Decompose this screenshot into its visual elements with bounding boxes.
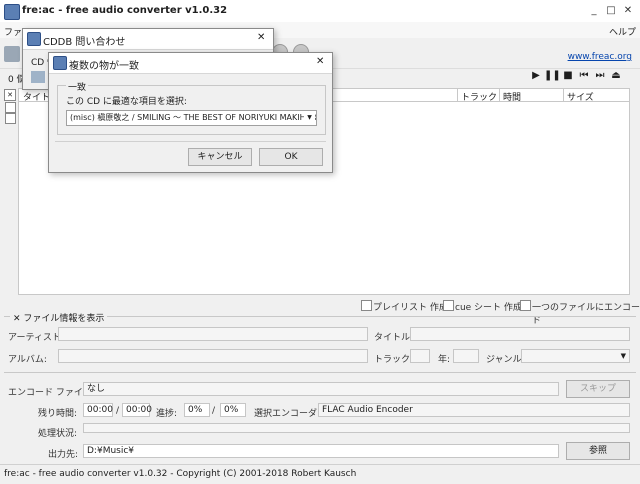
track-field[interactable] [410, 349, 430, 363]
encode-file-field: なし [83, 382, 559, 396]
output-label: 出力先: [48, 450, 79, 460]
browse-button[interactable]: 参照 [566, 442, 630, 460]
cddb-dialog-title-bar: CDDB 問い合わせ ✕ [23, 29, 273, 50]
maximize-icon[interactable]: □ [604, 4, 618, 18]
playback-controls: ▶ ❚❚ ■ ⏮ ⏭ ⏏ [528, 70, 624, 81]
progress-total-field: 0% [220, 403, 246, 417]
add-files-icon[interactable] [4, 46, 20, 62]
minimize-icon[interactable]: _ [587, 4, 601, 18]
album-label: アルバム: [8, 355, 47, 365]
close-icon[interactable]: ✕ [621, 4, 635, 18]
encoder-field: FLAC Audio Encoder [318, 403, 630, 417]
eject-icon[interactable]: ⏏ [608, 70, 624, 81]
single-file-checkbox[interactable] [520, 300, 531, 311]
cddb-dialog-icon [27, 32, 41, 46]
output-folder-field[interactable]: D:¥Music¥ [83, 444, 559, 458]
year-field[interactable] [453, 349, 479, 363]
encode-file-label: エンコード ファイル: [8, 388, 95, 398]
cddb-dialog-title: CDDB 問い合わせ [43, 37, 126, 48]
pause-play-icon[interactable]: ❚❚ [544, 70, 561, 81]
column-track[interactable]: トラック [461, 90, 497, 103]
cancel-button[interactable]: キャンセル [188, 148, 252, 166]
status-bar-text: fre:ac - free audio converter v1.0.32 - … [4, 469, 357, 479]
toggle-selection-checkbox[interactable] [5, 113, 16, 124]
status-bar: fre:ac - free audio converter v1.0.32 - … [0, 464, 640, 484]
playlist-checkbox[interactable] [361, 300, 372, 311]
select-all-icon[interactable]: ✕ [4, 89, 16, 101]
window-title: fre:ac - free audio converter v1.0.32 [22, 5, 228, 16]
file-info-toggle[interactable]: ✕ ファイル情報を表示 [10, 311, 108, 324]
main-title-bar: fre:ac - free audio converter v1.0.32 _ … [0, 0, 640, 23]
year-label: 年: [438, 355, 451, 365]
matches-dialog-icon [53, 56, 67, 70]
menu-help[interactable]: ヘルプ [609, 25, 636, 38]
single-file-label: 一つのファイルにエンコード [532, 303, 640, 326]
cue-label: cue シート 作成 [455, 303, 522, 313]
ok-button[interactable]: OK [259, 148, 323, 166]
select-none-checkbox[interactable] [5, 102, 16, 113]
play-icon[interactable]: ▶ [528, 70, 544, 81]
cddb-progress-block [31, 71, 45, 83]
genre-select[interactable]: ▼ [521, 349, 630, 363]
genre-label: ジャンル: [486, 355, 525, 365]
status-label: 処理状況: [38, 429, 78, 439]
matches-close-icon[interactable]: ✕ [316, 56, 324, 67]
chevron-down-icon: ▼ [620, 352, 626, 360]
remaining-time-label: 残り時間: [38, 409, 78, 419]
time-separator: / [116, 406, 120, 416]
match-selected-value: (misc) 槇原敬之 / SMILING ～ THE BEST OF NORI… [70, 113, 317, 122]
album-field[interactable] [58, 349, 368, 363]
status-progress-bar [83, 423, 630, 433]
column-size[interactable]: サイズ [567, 90, 594, 103]
multiple-matches-dialog: 複数の物が一致 ✕ 一致 この CD に最適な項目を選択: (misc) 槇原敬… [48, 52, 333, 173]
match-group-label: 一致 [66, 80, 89, 93]
total-time-field: 00:00 [122, 403, 152, 417]
playlist-label: プレイリスト 作成 [373, 303, 448, 313]
artist-label: アーティスト: [8, 333, 64, 343]
artist-field[interactable] [58, 327, 368, 341]
title-field[interactable] [410, 327, 630, 341]
encoder-label: 選択エンコーダ: [254, 409, 321, 419]
cddb-close-icon[interactable]: ✕ [257, 32, 265, 43]
stop-play-icon[interactable]: ■ [560, 70, 576, 81]
match-select[interactable]: (misc) 槇原敬之 / SMILING ～ THE BEST OF NORI… [66, 110, 317, 126]
progress-label: 進捗: [156, 409, 178, 419]
matches-dialog-title: 複数の物が一致 [69, 61, 139, 72]
previous-icon[interactable]: ⏮ [576, 70, 592, 81]
matches-dialog-title-bar: 複数の物が一致 ✕ [49, 53, 332, 74]
match-prompt: この CD に最適な項目を選択: [66, 97, 187, 107]
column-time[interactable]: 時間 [503, 90, 521, 103]
match-groupbox: 一致 この CD に最適な項目を選択: (misc) 槇原敬之 / SMILIN… [57, 80, 326, 135]
next-icon[interactable]: ⏭ [592, 70, 608, 81]
progress-field: 0% [184, 403, 210, 417]
title-label: タイトル: [374, 333, 414, 343]
chevron-down-icon: ▼ [304, 111, 315, 125]
freac-app-icon [4, 4, 20, 20]
skip-button[interactable]: スキップ [566, 380, 630, 398]
checkmark-icon: ✕ [13, 314, 21, 324]
cue-checkbox[interactable] [443, 300, 454, 311]
freac-website-link[interactable]: www.freac.org [568, 52, 632, 62]
track-label: トラック: [374, 355, 414, 365]
remaining-time-field: 00:00 [83, 403, 113, 417]
progress-separator: / [212, 406, 216, 416]
